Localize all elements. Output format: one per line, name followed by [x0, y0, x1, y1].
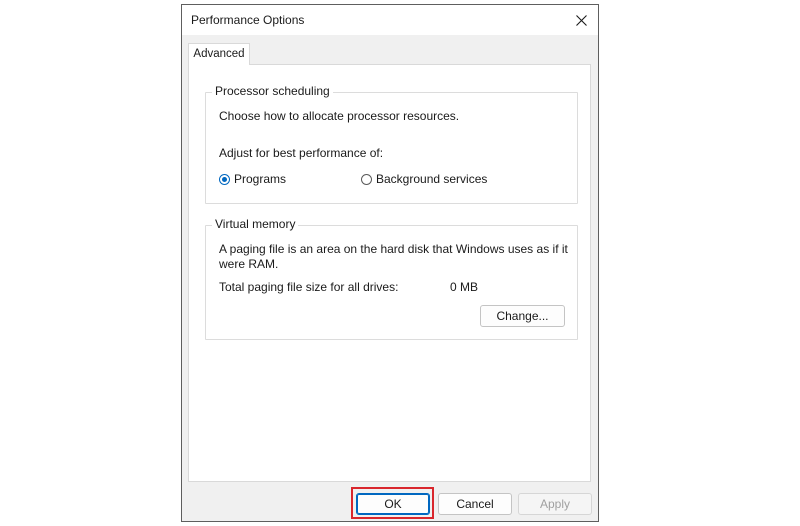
virtual-memory-legend: Virtual memory [212, 217, 299, 231]
window-title: Performance Options [191, 13, 305, 27]
cancel-button[interactable]: Cancel [438, 493, 512, 515]
adjust-performance-label: Adjust for best performance of: [219, 146, 384, 160]
ok-button-highlight [351, 487, 434, 519]
total-paging-value: 0 MB [450, 280, 479, 294]
advanced-tab-panel: Processor scheduling Choose how to alloc… [188, 64, 591, 482]
processor-scheduling-description: Choose how to allocate processor resourc… [219, 109, 460, 123]
virtual-memory-group: Virtual memory A paging file is an area … [205, 217, 578, 340]
total-paging-label: Total paging file size for all drives: [219, 280, 399, 294]
tab-advanced[interactable]: Advanced [188, 43, 250, 65]
radio-background-services-unchecked-icon[interactable] [361, 173, 372, 185]
apply-button[interactable]: Apply [518, 493, 592, 515]
radio-programs-label: Programs [234, 172, 287, 186]
virtual-memory-description-line1: A paging file is an area on the hard dis… [219, 242, 568, 256]
processor-scheduling-legend: Processor scheduling [212, 84, 333, 98]
radio-programs[interactable]: Programs [219, 172, 286, 186]
change-button[interactable]: Change... [480, 305, 565, 327]
radio-background-services[interactable]: Background services [361, 172, 487, 186]
close-button[interactable] [564, 5, 598, 35]
title-bar: Performance Options [182, 5, 598, 35]
performance-options-dialog: Performance Options Advanced Processor s… [181, 4, 599, 522]
virtual-memory-description-line2: were RAM. [219, 257, 279, 271]
close-icon [575, 14, 587, 26]
processor-scheduling-group: Processor scheduling Choose how to alloc… [205, 84, 578, 204]
radio-programs-checked-icon[interactable] [219, 173, 230, 185]
radio-background-services-label: Background services [376, 172, 488, 186]
